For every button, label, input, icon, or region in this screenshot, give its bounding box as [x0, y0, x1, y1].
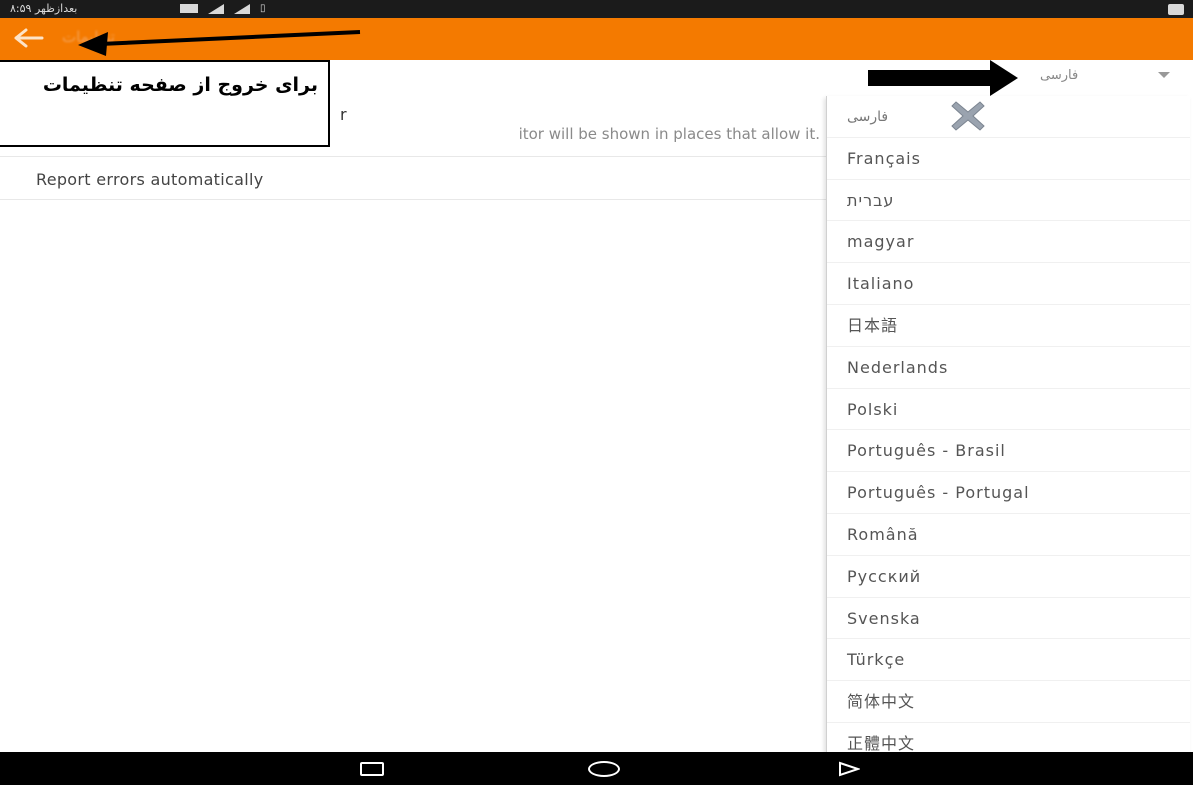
- vibrate-icon: ▯: [260, 3, 266, 14]
- recents-button[interactable]: [360, 762, 384, 776]
- navigation-bar: [0, 752, 1193, 785]
- arrow-right-icon: [868, 60, 1018, 96]
- home-button[interactable]: [588, 761, 620, 777]
- back-button[interactable]: [14, 26, 50, 52]
- language-option[interactable]: עברית: [827, 180, 1190, 222]
- annotation-text: برای خروج از صفحه تنظیمات: [42, 74, 318, 96]
- language-option[interactable]: 正體中文: [827, 723, 1190, 752]
- report-errors-label: Report errors automatically: [36, 170, 264, 189]
- arrow-left-icon: [14, 28, 44, 48]
- nav-back-button[interactable]: [838, 761, 860, 777]
- language-option[interactable]: Türkçe: [827, 639, 1190, 682]
- x-mark-icon: [951, 101, 985, 131]
- language-option[interactable]: Português - Brasil: [827, 430, 1190, 473]
- wifi-icon: [234, 3, 250, 14]
- language-selected-value: فارسی: [1040, 68, 1079, 83]
- language-option[interactable]: magyar: [827, 221, 1190, 264]
- battery-icon: [180, 4, 198, 13]
- language-option[interactable]: Français: [827, 138, 1190, 180]
- status-icons: ▯: [180, 3, 266, 14]
- language-option[interactable]: Română: [827, 514, 1190, 556]
- language-dropdown: فارسی Français עברית magyar Italiano 日本語…: [826, 96, 1190, 752]
- language-option[interactable]: Nederlands: [827, 347, 1190, 389]
- report-errors-row[interactable]: Report errors automatically: [0, 158, 826, 200]
- language-select[interactable]: فارسی: [1010, 62, 1193, 94]
- annotation-box: برای خروج از صفحه تنظیمات: [0, 60, 330, 147]
- language-option[interactable]: 日本語: [827, 305, 1190, 347]
- language-option[interactable]: 简体中文: [827, 681, 1190, 723]
- signal-icon: [208, 3, 224, 14]
- editor-setting-title: r: [340, 105, 347, 124]
- language-option[interactable]: Italiano: [827, 263, 1190, 305]
- status-bar: ▯ ۸:۵۹ بعدازظهر: [0, 0, 1193, 18]
- language-option[interactable]: فارسی: [827, 96, 1190, 138]
- page-title: تنظیمات: [62, 28, 115, 46]
- language-option[interactable]: Polski: [827, 389, 1190, 431]
- language-option[interactable]: Português - Portugal: [827, 472, 1190, 514]
- language-option[interactable]: Svenska: [827, 598, 1190, 640]
- language-option[interactable]: Русский: [827, 556, 1190, 598]
- notification-icon: [1168, 4, 1184, 15]
- chevron-down-icon: [1158, 72, 1170, 78]
- status-time: ۸:۵۹ بعدازظهر: [10, 2, 78, 15]
- app-bar: تنظیمات: [0, 18, 1193, 60]
